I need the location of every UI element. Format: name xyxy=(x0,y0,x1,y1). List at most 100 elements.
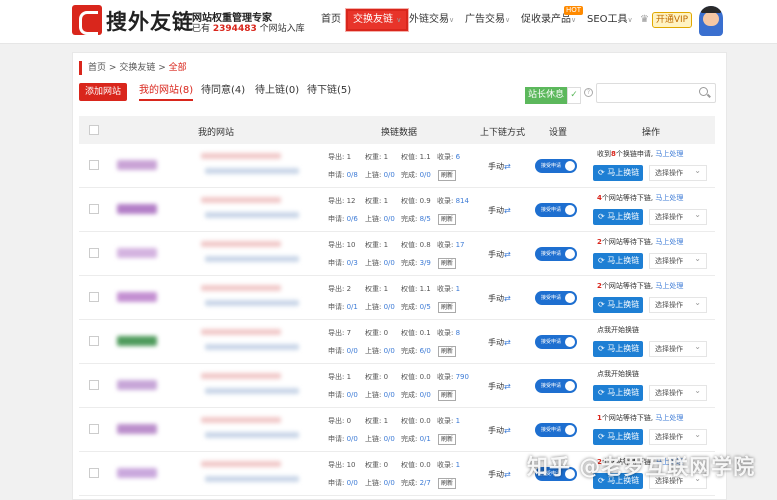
done-value[interactable]: 0/0 xyxy=(420,171,431,179)
tab-pending-approval[interactable]: 待同意(4) xyxy=(201,84,245,98)
select-all-checkbox[interactable] xyxy=(89,125,99,135)
row-message[interactable]: 点我开始换链 xyxy=(597,325,639,335)
link-mode[interactable]: 手动⇄ xyxy=(488,205,511,216)
accept-requests-toggle[interactable]: 接受申请 xyxy=(535,159,577,173)
refresh-button[interactable]: 刷新 xyxy=(438,478,457,489)
help-icon[interactable]: ? xyxy=(584,88,593,97)
done-value[interactable]: 0/0 xyxy=(420,391,431,399)
nav-home[interactable]: 首页 xyxy=(321,0,341,44)
swap-link-button[interactable]: ⟳ 马上换链 xyxy=(593,297,643,313)
link-mode[interactable]: 手动⇄ xyxy=(488,293,511,304)
swap-link-button[interactable]: ⟳ 马上换链 xyxy=(593,385,643,401)
refresh-button[interactable]: 刷新 xyxy=(438,170,457,181)
breadcrumb-home[interactable]: 首页 xyxy=(88,63,106,73)
swap-link-button[interactable]: ⟳ 马上换链 xyxy=(593,209,643,225)
swap-link-button[interactable]: ⟳ 马上换链 xyxy=(593,165,643,181)
nav-ad-trade[interactable]: 广告交易∨ xyxy=(465,0,510,44)
done-value[interactable]: 8/5 xyxy=(420,215,431,223)
accept-requests-toggle[interactable]: 接受申请 xyxy=(535,379,577,393)
action-select[interactable]: 选择操作 xyxy=(649,296,707,313)
linked-value[interactable]: 0/0 xyxy=(384,259,395,267)
brand-logo[interactable] xyxy=(72,5,102,35)
brand-name[interactable]: 搜外友链 xyxy=(106,6,194,36)
indexed-value[interactable]: 1 xyxy=(456,285,460,293)
process-now-link[interactable]: 马上处理 xyxy=(655,150,683,158)
site-url-blurred[interactable] xyxy=(201,241,281,247)
site-url-blurred[interactable] xyxy=(201,461,281,467)
refresh-button[interactable]: 刷新 xyxy=(438,258,457,269)
action-select[interactable]: 选择操作 xyxy=(649,384,707,401)
link-mode[interactable]: 手动⇄ xyxy=(488,161,511,172)
linked-value[interactable]: 0/0 xyxy=(384,303,395,311)
apply-value[interactable]: 0/1 xyxy=(347,303,358,311)
action-select[interactable]: 选择操作 xyxy=(649,252,707,269)
linked-value[interactable]: 0/0 xyxy=(384,171,395,179)
process-now-link[interactable]: 马上处理 xyxy=(655,238,683,246)
link-mode[interactable]: 手动⇄ xyxy=(488,337,511,348)
action-select[interactable]: 选择操作 xyxy=(649,208,707,225)
accept-requests-toggle[interactable]: 接受申请 xyxy=(535,247,577,261)
row-checkbox[interactable] xyxy=(89,468,99,478)
indexed-value[interactable]: 8 xyxy=(456,329,460,337)
done-value[interactable]: 2/7 xyxy=(420,479,431,487)
site-url-blurred[interactable] xyxy=(201,373,281,379)
row-message[interactable]: 点我开始换链 xyxy=(597,369,639,379)
breadcrumb-section[interactable]: 交换友链 xyxy=(119,63,155,73)
linked-value[interactable]: 0/0 xyxy=(384,435,395,443)
site-url-blurred[interactable] xyxy=(201,417,281,423)
indexed-value[interactable]: 814 xyxy=(456,197,469,205)
indexed-value[interactable]: 790 xyxy=(456,373,469,381)
process-now-link[interactable]: 马上处理 xyxy=(655,282,683,290)
row-checkbox[interactable] xyxy=(89,380,99,390)
indexed-value[interactable]: 17 xyxy=(456,241,465,249)
refresh-button[interactable]: 刷新 xyxy=(438,302,457,313)
add-site-button[interactable]: 添加网站 xyxy=(79,83,127,101)
accept-requests-toggle[interactable]: 接受申请 xyxy=(535,203,577,217)
done-value[interactable]: 0/5 xyxy=(420,303,431,311)
action-select[interactable]: 选择操作 xyxy=(649,164,707,181)
indexed-value[interactable]: 6 xyxy=(456,153,460,161)
accept-requests-toggle[interactable]: 接受申请 xyxy=(535,335,577,349)
linked-value[interactable]: 0/0 xyxy=(384,479,395,487)
apply-value[interactable]: 0/6 xyxy=(347,215,358,223)
done-value[interactable]: 6/0 xyxy=(420,347,431,355)
row-checkbox[interactable] xyxy=(89,248,99,258)
vip-button[interactable]: 开通VIP xyxy=(652,12,692,28)
nav-link-trade[interactable]: 外链交易∨ xyxy=(409,0,454,44)
indexed-value[interactable]: 1 xyxy=(456,461,460,469)
refresh-button[interactable]: 刷新 xyxy=(438,346,457,357)
site-url-blurred[interactable] xyxy=(201,329,281,335)
apply-value[interactable]: 0/0 xyxy=(347,347,358,355)
row-checkbox[interactable] xyxy=(89,292,99,302)
apply-value[interactable]: 0/0 xyxy=(347,435,358,443)
webmaster-rest-button[interactable]: 站长休息 xyxy=(525,87,567,104)
refresh-button[interactable]: 刷新 xyxy=(438,214,457,225)
link-mode[interactable]: 手动⇄ xyxy=(488,249,511,260)
tab-my-sites[interactable]: 我的网站(8) xyxy=(139,84,194,101)
accept-requests-toggle[interactable]: 接受申请 xyxy=(535,291,577,305)
accept-requests-toggle[interactable]: 接受申请 xyxy=(535,423,577,437)
action-select[interactable]: 选择操作 xyxy=(649,340,707,357)
swap-link-button[interactable]: ⟳ 马上换链 xyxy=(593,429,643,445)
search-icon[interactable] xyxy=(699,87,708,96)
link-mode[interactable]: 手动⇄ xyxy=(488,381,511,392)
link-mode[interactable]: 手动⇄ xyxy=(488,425,511,436)
check-icon[interactable]: ✓ xyxy=(567,87,581,104)
search-input[interactable] xyxy=(596,83,716,103)
nav-exchange-links[interactable]: 交换友链 ∨ xyxy=(344,8,410,32)
apply-value[interactable]: 0/8 xyxy=(347,171,358,179)
linked-value[interactable]: 0/0 xyxy=(384,215,395,223)
refresh-button[interactable]: 刷新 xyxy=(438,390,457,401)
link-mode[interactable]: 手动⇄ xyxy=(488,469,511,480)
refresh-button[interactable]: 刷新 xyxy=(438,434,457,445)
row-checkbox[interactable] xyxy=(89,424,99,434)
tab-pending-unlink[interactable]: 待下链(5) xyxy=(307,84,351,98)
apply-value[interactable]: 0/0 xyxy=(347,391,358,399)
done-value[interactable]: 0/1 xyxy=(420,435,431,443)
action-select[interactable]: 选择操作 xyxy=(649,428,707,445)
swap-link-button[interactable]: ⟳ 马上换链 xyxy=(593,341,643,357)
site-url-blurred[interactable] xyxy=(201,153,281,159)
apply-value[interactable]: 0/3 xyxy=(347,259,358,267)
site-url-blurred[interactable] xyxy=(201,197,281,203)
done-value[interactable]: 3/9 xyxy=(420,259,431,267)
